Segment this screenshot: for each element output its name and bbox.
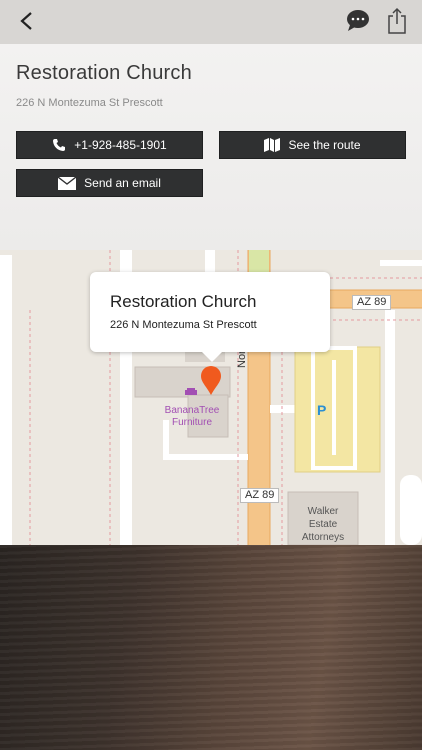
share-icon[interactable]	[386, 6, 408, 36]
top-bar	[0, 0, 422, 44]
map-callout[interactable]: Restoration Church 226 N Montezuma St Pr…	[90, 272, 330, 362]
road-label-az89-top: AZ 89	[352, 295, 392, 310]
page-title: Restoration Church	[16, 62, 192, 84]
envelope-icon	[58, 176, 77, 190]
sofa-icon	[185, 388, 197, 395]
see-route-label: See the route	[288, 138, 361, 152]
place-address: 226 N Montezuma St Prescott	[16, 97, 163, 109]
send-email-button[interactable]: Send an email	[16, 169, 203, 197]
see-route-button[interactable]: See the route	[219, 131, 406, 159]
send-email-label: Send an email	[84, 176, 161, 190]
poi-bananatree-furniture: BananaTree Furniture	[164, 405, 220, 428]
parking-label: P	[317, 402, 327, 418]
road-label-az89-bottom: AZ 89	[240, 488, 280, 503]
speech-bubble-icon[interactable]	[344, 8, 372, 34]
call-button-label: +1-928-485-1901	[74, 138, 167, 152]
callout-title: Restoration Church	[110, 292, 257, 311]
map-pin-icon[interactable]	[200, 365, 222, 395]
map-icon	[264, 138, 281, 152]
poi-walker-estate-attorneys: Walker Estate Attorneys	[301, 506, 345, 543]
chevron-left-icon[interactable]	[14, 8, 42, 36]
wood-background	[0, 545, 422, 750]
callout-address: 226 N Montezuma St Prescott	[110, 319, 257, 331]
phone-icon	[53, 139, 66, 151]
call-button[interactable]: +1-928-485-1901	[16, 131, 203, 159]
